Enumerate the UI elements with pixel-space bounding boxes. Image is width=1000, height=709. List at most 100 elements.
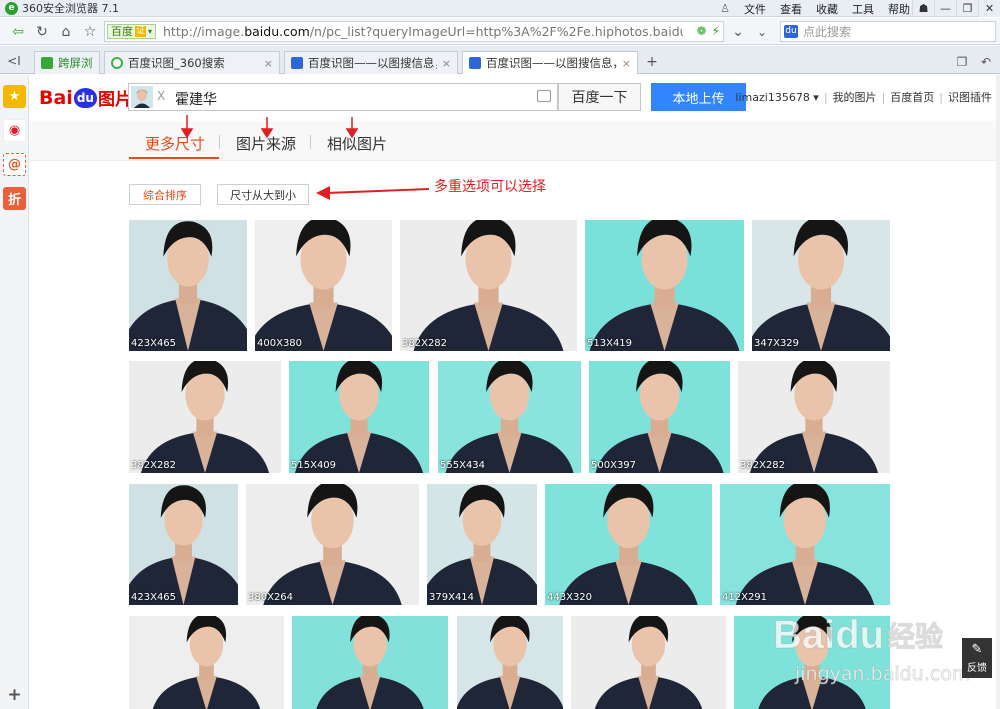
result-image[interactable]: 400X380	[255, 220, 392, 351]
refresh-icon[interactable]: ↻	[32, 22, 52, 41]
person-photo	[594, 616, 703, 709]
close-tab-icon[interactable]: ×	[442, 57, 451, 70]
result-image[interactable]: 500X397	[589, 361, 730, 473]
search-box[interactable]: du 点此搜索	[780, 21, 996, 42]
close-tab-icon[interactable]: ×	[622, 57, 631, 70]
maximize-button[interactable]: ❐	[956, 0, 978, 17]
baidu-home-link[interactable]: 百度首页	[890, 89, 934, 105]
tab-baidu-shitu-2[interactable]: 百度识图——以图搜信息，发现 ×	[462, 51, 638, 74]
my-images-link[interactable]: 我的图片	[833, 89, 877, 105]
image-size-label: 500X397	[591, 460, 637, 471]
account-icon[interactable]: ♙	[720, 2, 730, 15]
sidebar-toggle-icon[interactable]: <I	[4, 51, 24, 70]
image-size-label: 423X465	[131, 592, 177, 603]
browser-logo-icon: e	[5, 2, 18, 15]
compat-mode-icon[interactable]: ❁	[697, 24, 707, 38]
person-photo	[263, 484, 402, 605]
result-image[interactable]: 423X465	[129, 220, 247, 351]
person-photo	[752, 220, 890, 351]
window-titlebar: e 360安全浏览器 7.1 ♙ 文件 查看 收藏 工具 帮助 ☗ — ❐ ✕	[0, 0, 1000, 17]
mail-icon[interactable]: @	[3, 153, 26, 176]
back-icon[interactable]: ⇦	[8, 22, 28, 41]
result-image[interactable]: 382X282	[738, 361, 890, 473]
minimize-button[interactable]: —	[934, 0, 956, 17]
result-image[interactable]: 347X329	[752, 220, 890, 351]
result-image[interactable]: 443X320	[545, 484, 712, 605]
annotation-arrow-left	[316, 186, 430, 200]
new-tab-icon[interactable]: +	[642, 52, 662, 71]
menu-file[interactable]: 文件	[744, 1, 766, 17]
tab-baidu-shitu-1[interactable]: 百度识图——以图搜信息，发现 ×	[284, 51, 458, 74]
result-image[interactable]: 513X419	[585, 220, 744, 351]
favorite-star-icon[interactable]: ☆	[80, 22, 100, 41]
person-photo	[589, 220, 740, 351]
remove-image-icon[interactable]: X	[157, 89, 165, 103]
image-search-box[interactable]: X 霍建华	[128, 83, 558, 111]
result-image[interactable]: 379X414	[427, 484, 537, 605]
skin-icon[interactable]: ☗	[912, 0, 934, 17]
baidu-logo[interactable]: Bai du 图片	[39, 85, 132, 111]
search-query-input[interactable]: 霍建华	[175, 89, 217, 109]
active-tab-underline	[129, 157, 219, 159]
feedback-button[interactable]: ✎ 反馈	[962, 638, 992, 678]
person-photo	[140, 361, 270, 473]
shitu-plugin-link[interactable]: 识图插件	[948, 89, 992, 105]
url-dropdown-icon[interactable]: ⌄	[728, 22, 748, 41]
so-icon	[111, 57, 123, 69]
close-window-button[interactable]: ✕	[978, 0, 1000, 17]
sort-comprehensive-button[interactable]: 综合排序	[129, 184, 201, 205]
person-photo	[457, 616, 563, 709]
discount-icon[interactable]: 折	[3, 187, 26, 210]
site-badge[interactable]: 百度 证 ▾	[107, 24, 157, 39]
divider: |	[939, 90, 943, 104]
add-sidebar-icon[interactable]: +	[3, 683, 26, 706]
camera-icon[interactable]	[537, 90, 551, 102]
search-button[interactable]: 百度一下	[558, 83, 641, 111]
username-menu[interactable]: limazi135678 ▾	[735, 91, 818, 104]
speed-mode-icon[interactable]: ⚡	[712, 24, 720, 38]
search-engine-dropdown-icon[interactable]: ⌄	[752, 22, 772, 41]
sort-size-desc-button[interactable]: 尺寸从大到小	[217, 184, 309, 205]
weibo-icon[interactable]: ◉	[3, 119, 26, 142]
url-text[interactable]: http://image.baidu.com/n/pc_list?queryIm…	[163, 24, 683, 40]
menu-tools[interactable]: 工具	[852, 1, 874, 17]
menu-favorites[interactable]: 收藏	[816, 1, 838, 17]
url-tools: ❁ ⚡	[697, 24, 721, 38]
chevron-down-icon: ▾	[148, 27, 153, 36]
menu-view[interactable]: 查看	[780, 1, 802, 17]
image-size-label: 380X264	[248, 592, 294, 603]
tab-360search[interactable]: 百度识图_360搜索 ×	[104, 51, 280, 74]
person-photo	[129, 221, 247, 351]
search-input[interactable]: 点此搜索	[803, 24, 851, 40]
image-size-label: 443X320	[547, 592, 593, 603]
result-image[interactable]: 380X264	[246, 484, 419, 605]
result-image[interactable]: 382X282	[129, 361, 281, 473]
result-image[interactable]: 555X434	[438, 361, 581, 473]
url-bar[interactable]: 百度 证 ▾ http://image.baidu.com/n/pc_list?…	[104, 21, 724, 42]
result-image[interactable]	[571, 616, 726, 709]
tab-list-icon[interactable]: ❐	[952, 52, 972, 71]
home-icon[interactable]: ⌂	[56, 22, 76, 41]
image-size-label: 400X380	[257, 338, 303, 349]
phone-icon	[41, 57, 53, 69]
result-image[interactable]	[457, 616, 563, 709]
upload-button[interactable]: 本地上传	[651, 83, 746, 111]
result-image[interactable]	[129, 616, 284, 709]
image-size-label: 555X434	[440, 460, 486, 471]
person-photo	[129, 485, 238, 605]
result-image[interactable]: 515X409	[289, 361, 429, 473]
result-image[interactable]	[292, 616, 448, 709]
menu-help[interactable]: 帮助	[888, 1, 910, 17]
result-image[interactable]: 412X291	[720, 484, 890, 605]
image-size-label: 379X414	[429, 592, 475, 603]
page-scrollbar[interactable]	[996, 75, 1000, 709]
close-tab-icon[interactable]: ×	[264, 57, 273, 70]
undo-close-icon[interactable]: ↶	[976, 52, 996, 71]
favorites-star-icon[interactable]: ★	[3, 85, 26, 108]
person-photo	[316, 616, 424, 709]
tab-cross-screen[interactable]: 跨屏浏览	[34, 51, 100, 74]
person-photo	[427, 484, 537, 605]
person-photo	[595, 361, 724, 473]
result-image[interactable]: 423X465	[129, 484, 238, 605]
result-image[interactable]: 382X282	[400, 220, 577, 351]
